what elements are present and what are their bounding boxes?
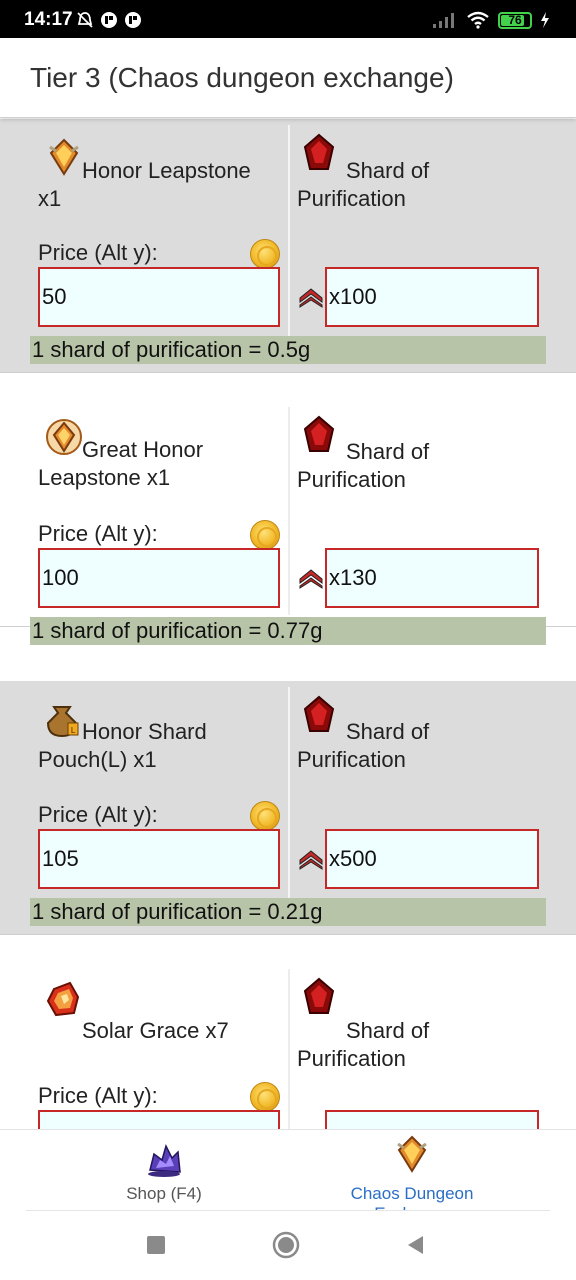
price-label: Price (Alt y):	[38, 521, 158, 546]
status-right-icons: 76	[432, 9, 550, 31]
rank-chevron-icon	[299, 288, 323, 308]
notification-icon	[101, 12, 117, 28]
price-input[interactable]	[38, 1110, 280, 1129]
status-bar: 14:17 76	[0, 0, 576, 38]
shard-name-line2: Purification	[297, 467, 406, 492]
ratio-text: 1 shard of purification = 0.21g	[30, 898, 546, 926]
price-label: Price (Alt y):	[38, 240, 158, 265]
shard-name-line1: Shard of	[346, 158, 430, 183]
quantity-input[interactable]: x130	[325, 548, 539, 608]
shard-name-line1: Shard of	[346, 719, 430, 744]
shard-name: Shard of Purification	[297, 1017, 537, 1073]
item-name-line2: Pouch(L) x1	[38, 747, 157, 772]
card-divider	[288, 687, 290, 899]
shard-name-line1: Shard of	[346, 1018, 430, 1043]
item-name: Great Honor Leapstone x1	[38, 436, 278, 492]
battery-level: 76	[508, 12, 522, 27]
app-bar: Tier 3 (Chaos dungeon exchange)	[0, 38, 576, 118]
shard-name: Shard of Purification	[297, 157, 537, 213]
rank-chevron-icon	[299, 850, 323, 870]
shard-name-line1: Shard of	[346, 439, 430, 464]
ratio-text: 1 shard of purification = 0.5g	[30, 336, 546, 364]
tab-shop[interactable]: Shop (F4)	[20, 1130, 308, 1212]
item-name-line1: Great Honor	[82, 437, 204, 462]
price-label: Price (Alt y):	[38, 1083, 158, 1108]
item-name: Solar Grace x7	[38, 1017, 278, 1045]
signal-icon	[433, 13, 454, 28]
gold-coin-icon	[250, 1082, 280, 1112]
price-input[interactable]: 100	[38, 548, 280, 608]
quantity-input[interactable]	[325, 1110, 539, 1129]
ratio-text: 1 shard of purification = 0.77g	[30, 617, 546, 645]
shop-icon	[148, 1143, 181, 1177]
exchange-card: L Honor Shard Pouch(L) x1 Shard of Purif…	[0, 681, 576, 935]
shard-name-line2: Purification	[297, 1046, 406, 1071]
item-name-line2: Leapstone x1	[38, 465, 171, 490]
system-navigation-bar	[0, 1211, 576, 1280]
shard-name-line2: Purification	[297, 747, 406, 772]
card-divider	[288, 125, 290, 337]
tab-shop-label: Shop (F4)	[126, 1184, 202, 1203]
shard-name-line2: Purification	[297, 186, 406, 211]
exchange-list[interactable]: Honor Leapstone x1 Shard of Purification…	[0, 119, 576, 1129]
back-icon[interactable]	[405, 1234, 425, 1256]
home-icon[interactable]	[272, 1231, 300, 1259]
gold-coin-icon	[250, 801, 280, 831]
item-name-line2: x1	[38, 186, 62, 211]
chaos-dungeon-icon	[397, 1135, 427, 1173]
shard-of-purification-icon	[303, 977, 335, 1014]
rank-chevron-icon	[299, 569, 323, 589]
status-time: 14:17	[24, 9, 73, 30]
shard-name: Shard of Purification	[297, 438, 537, 494]
price-input[interactable]: 50	[38, 267, 280, 327]
exchange-card: Solar Grace x7 Shard of Purification Pri…	[0, 935, 576, 1129]
gold-coin-icon	[250, 520, 280, 550]
card-divider	[288, 969, 290, 1129]
tab-chaos-dungeon-label-line1: Chaos Dungeon	[350, 1184, 474, 1203]
quantity-input[interactable]: x100	[325, 267, 539, 327]
bottom-navigation: Shop (F4) Chaos Dungeon Exchange	[0, 1129, 576, 1223]
shard-name: Shard of Purification	[297, 718, 537, 774]
page-title: Tier 3 (Chaos dungeon exchange)	[30, 62, 454, 93]
item-name-line1: Solar Grace x7	[82, 1018, 229, 1043]
solar-grace-icon	[46, 981, 80, 1017]
exchange-card: Great Honor Leapstone x1 Shard of Purifi…	[0, 373, 576, 645]
quantity-input[interactable]: x500	[325, 829, 539, 889]
mute-icon	[77, 12, 93, 28]
card-divider	[288, 407, 290, 615]
price-label: Price (Alt y):	[38, 802, 158, 827]
item-name-line1: Honor Shard	[82, 719, 207, 744]
recent-apps-icon[interactable]	[146, 1235, 166, 1255]
notification-icon	[125, 12, 141, 28]
item-name: Honor Shard Pouch(L) x1	[38, 718, 278, 774]
item-name-line1: Honor Leapstone	[82, 158, 251, 183]
gold-coin-icon	[250, 239, 280, 269]
charging-icon	[541, 12, 549, 28]
status-left-icons	[76, 10, 142, 30]
item-name: Honor Leapstone x1	[38, 157, 278, 213]
price-input[interactable]: 105	[38, 829, 280, 889]
exchange-card: Honor Leapstone x1 Shard of Purification…	[0, 119, 576, 373]
tab-chaos-dungeon-exchange[interactable]: Chaos Dungeon Exchange	[268, 1130, 556, 1223]
wifi-icon	[467, 11, 489, 29]
battery-icon: 76	[498, 11, 532, 29]
